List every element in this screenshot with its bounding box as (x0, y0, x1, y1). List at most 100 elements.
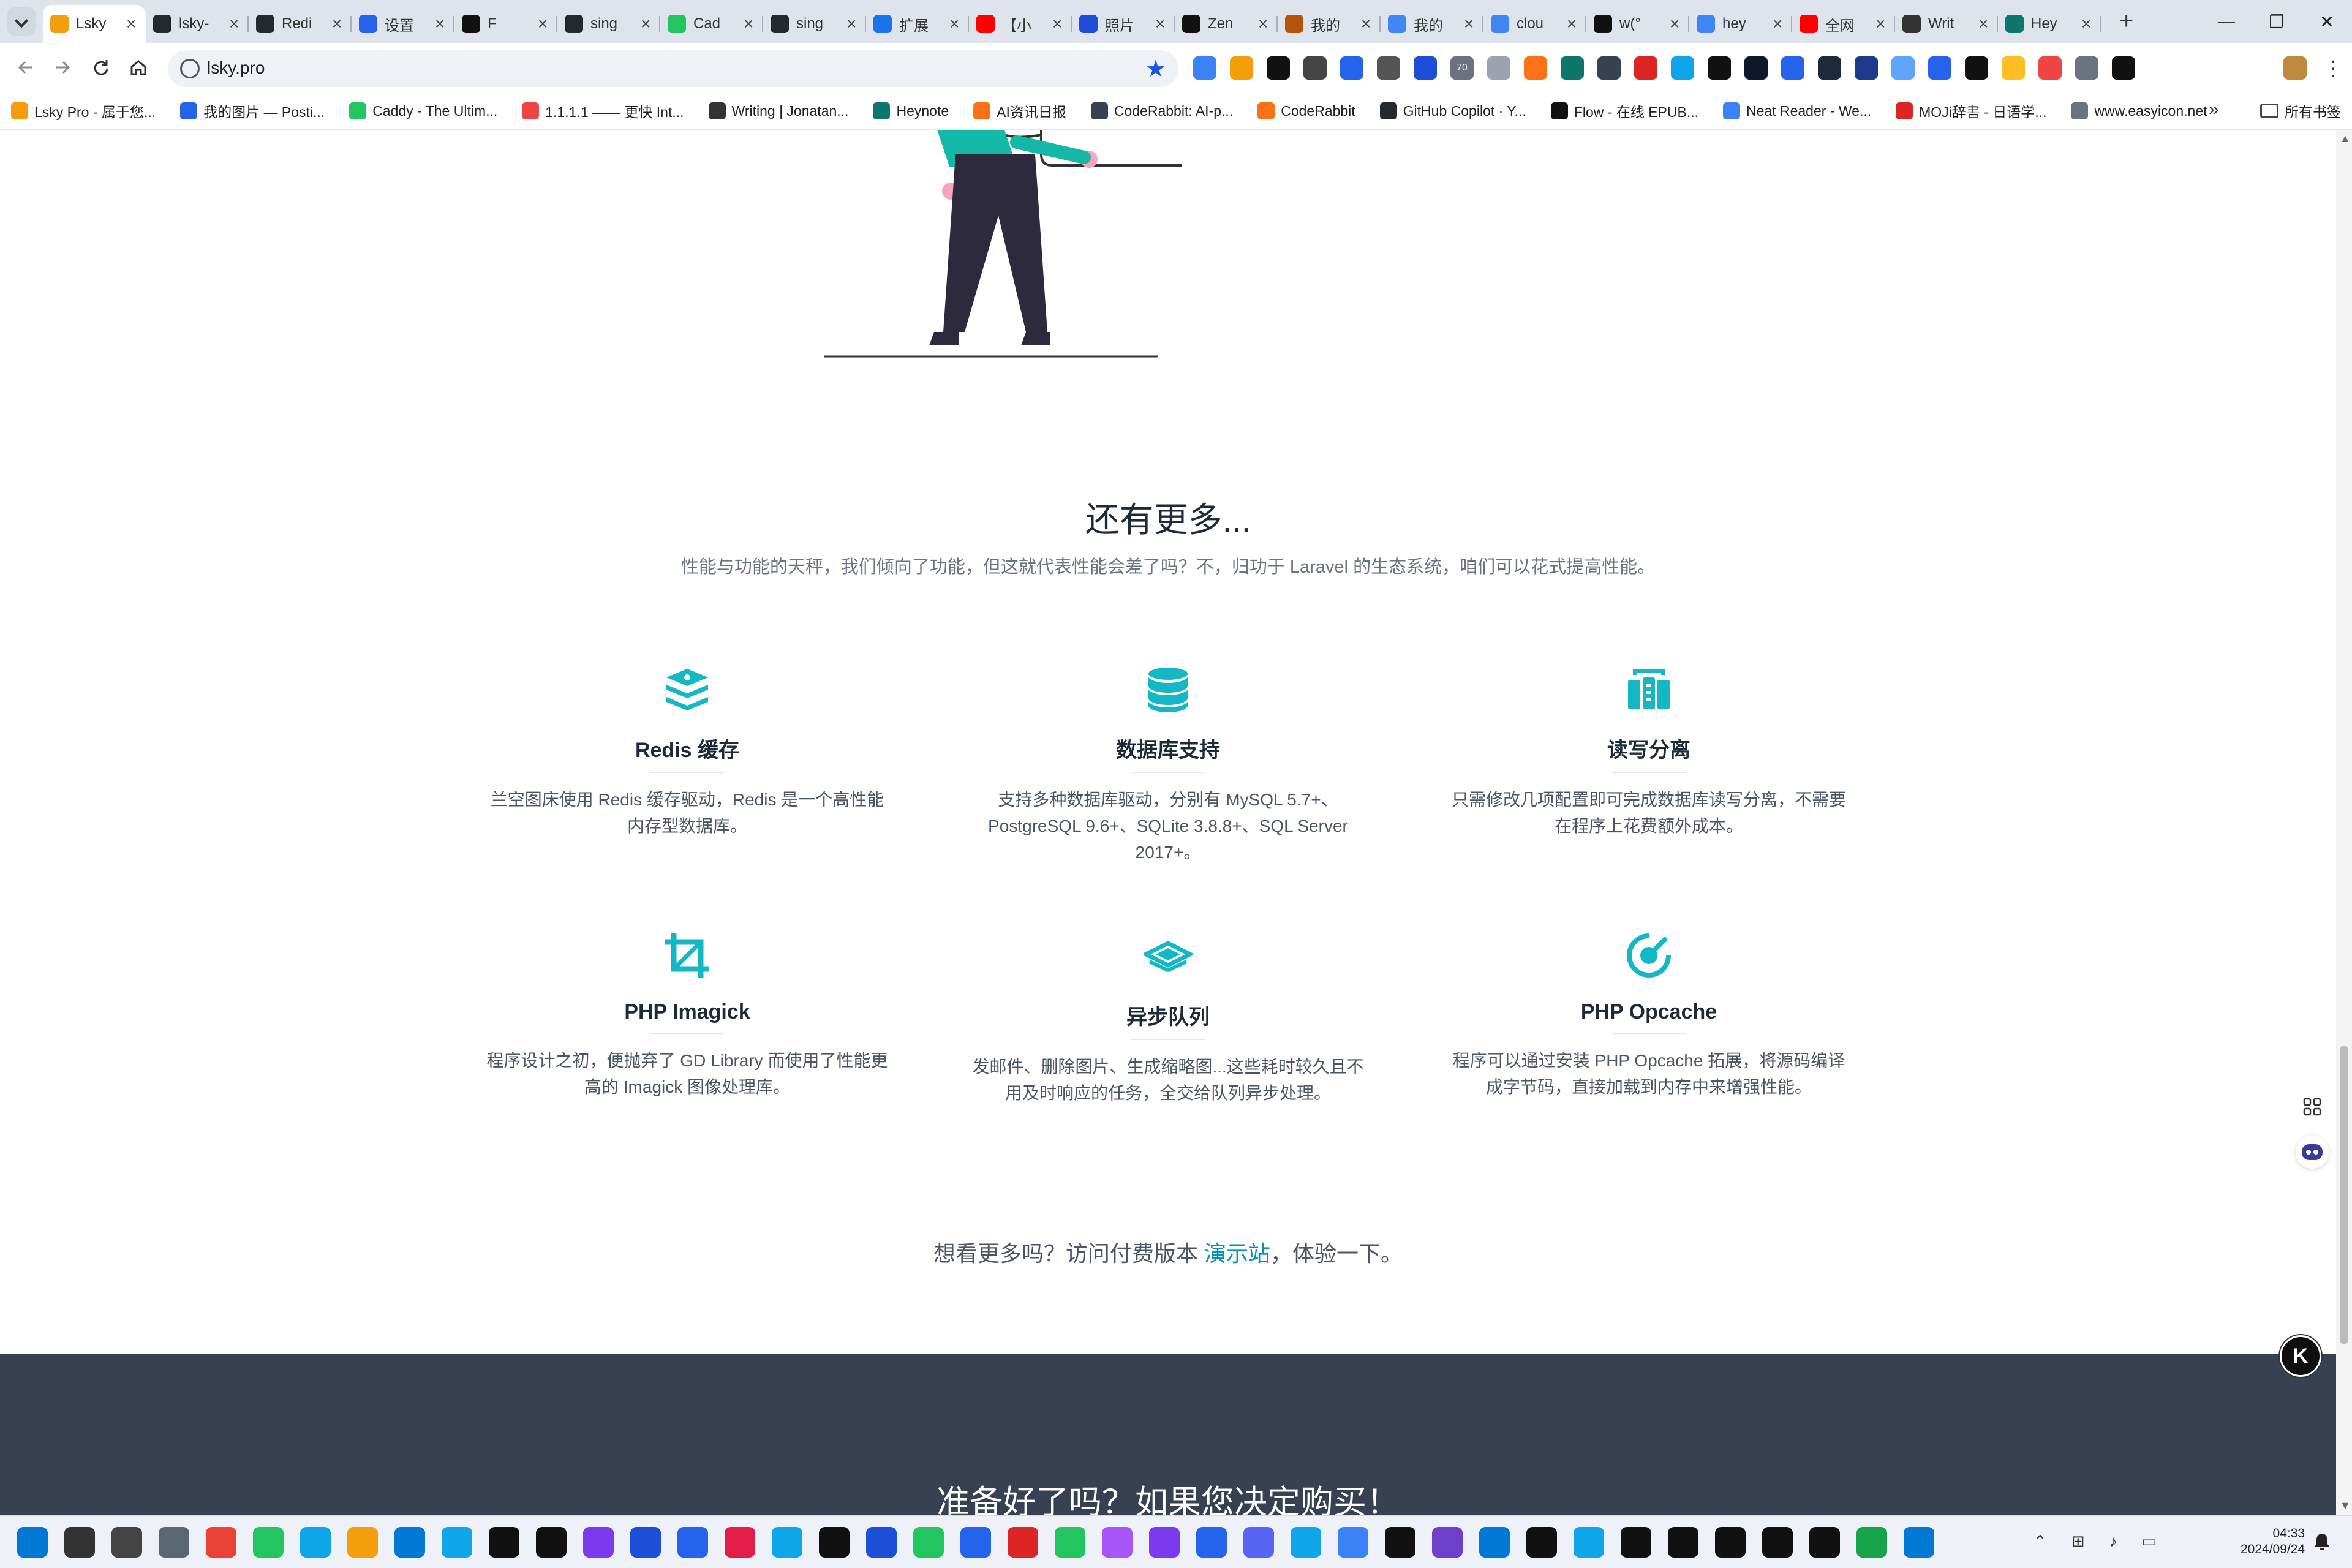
extension-icon[interactable] (1634, 56, 1657, 80)
browser-tab[interactable]: 【小 × (969, 5, 1072, 43)
taskbar-app-icon[interactable] (1432, 1527, 1463, 1558)
floating-k-button[interactable]: K (2280, 1335, 2321, 1377)
extension-icon[interactable] (2002, 56, 2025, 80)
close-tab-icon[interactable]: × (1875, 14, 1888, 34)
taskbar-app-icon[interactable] (1621, 1527, 1651, 1558)
close-window-button[interactable]: ✕ (2302, 0, 2352, 43)
demo-link[interactable]: 演示站 (1204, 1241, 1270, 1266)
taskbar-app-icon[interactable] (630, 1527, 661, 1558)
taskbar-app-icon[interactable] (819, 1527, 850, 1558)
taskbar-app-icon[interactable] (583, 1527, 614, 1558)
close-tab-icon[interactable]: × (1155, 14, 1167, 34)
taskbar-app-icon[interactable] (206, 1527, 236, 1558)
assistant-button[interactable] (2296, 1136, 2329, 1169)
scroll-up-arrow[interactable]: ▲ (2340, 132, 2351, 145)
browser-tab[interactable]: 我的 × (1381, 5, 1483, 43)
browser-tab[interactable]: Lsky × (43, 5, 146, 43)
taskbar-app-icon[interactable] (1338, 1527, 1368, 1558)
extension-icon[interactable] (2112, 56, 2135, 80)
taskbar-app-icon[interactable] (1102, 1527, 1133, 1558)
taskbar-app-icon[interactable] (960, 1527, 991, 1558)
extension-icon[interactable] (1855, 56, 1878, 80)
extension-icon[interactable] (1781, 56, 1804, 80)
close-tab-icon[interactable]: × (2081, 14, 2094, 34)
close-tab-icon[interactable]: × (538, 14, 550, 34)
taskbar-app-icon[interactable] (394, 1527, 425, 1558)
extension-icon[interactable] (2038, 56, 2062, 80)
taskbar-app-icon[interactable] (1526, 1527, 1557, 1558)
extension-icon[interactable] (1891, 56, 1915, 80)
all-bookmarks-button[interactable]: 所有书签 (2260, 100, 2341, 121)
close-tab-icon[interactable]: × (1567, 14, 1579, 34)
browser-tab[interactable]: F × (454, 5, 557, 43)
reload-button[interactable] (86, 53, 115, 82)
extension-icon[interactable] (1597, 56, 1621, 80)
extension-icon[interactable] (1744, 56, 1768, 80)
extension-icon[interactable] (1671, 56, 1694, 80)
browser-tab[interactable]: Cad × (660, 5, 763, 43)
extension-icon[interactable] (2075, 56, 2098, 80)
taskbar-app-icon[interactable] (1055, 1527, 1085, 1558)
browser-tab[interactable]: Zen × (1175, 5, 1278, 43)
extension-icon[interactable] (1340, 56, 1363, 80)
taskbar-app-icon[interactable] (300, 1527, 331, 1558)
extension-icon[interactable]: 70 (1450, 56, 1474, 80)
bookmark-item[interactable]: Writing | Jonatan... (708, 100, 848, 121)
extension-icon[interactable] (1561, 56, 1584, 80)
taskbar-app-icon[interactable] (347, 1527, 378, 1558)
extension-icon[interactable] (1928, 56, 1951, 80)
extension-icon[interactable] (1487, 56, 1510, 80)
browser-tab[interactable]: 全网 × (1792, 5, 1895, 43)
extension-icon[interactable] (1377, 56, 1400, 80)
taskbar-app-icon[interactable] (1904, 1527, 1934, 1558)
close-tab-icon[interactable]: × (744, 14, 756, 34)
close-tab-icon[interactable]: × (1978, 14, 1991, 34)
minimize-button[interactable]: — (2201, 0, 2252, 43)
scroll-down-arrow[interactable]: ▼ (2340, 1499, 2351, 1512)
browser-tab[interactable]: Hey × (1998, 5, 2101, 43)
taskbar-app-icon[interactable] (1008, 1527, 1038, 1558)
extension-icon[interactable] (1708, 56, 1731, 80)
speaker-icon[interactable]: ♪ (2109, 1532, 2117, 1551)
bookmark-item[interactable]: Neat Reader - We... (1723, 100, 1871, 121)
forward-button[interactable] (48, 53, 77, 82)
extension-icon[interactable] (1965, 56, 1988, 80)
browser-tab[interactable]: sing × (557, 5, 660, 43)
back-button[interactable] (11, 53, 40, 82)
bookmark-item[interactable]: Caddy - The Ultim... (349, 100, 497, 121)
profile-avatar[interactable] (2283, 56, 2307, 80)
browser-tab[interactable]: Redi × (249, 5, 352, 43)
close-tab-icon[interactable]: × (332, 14, 344, 34)
taskbar-app-icon[interactable] (159, 1527, 189, 1558)
close-tab-icon[interactable]: × (641, 14, 653, 34)
taskbar-app-icon[interactable] (111, 1527, 142, 1558)
extension-icon[interactable] (1303, 56, 1327, 80)
extension-icon[interactable] (1230, 56, 1253, 80)
taskbar-clock[interactable]: 04:33 2024/09/24 (2241, 1526, 2305, 1558)
taskbar-app-icon[interactable] (253, 1527, 284, 1558)
new-tab-button[interactable]: + (2119, 7, 2133, 35)
close-tab-icon[interactable]: × (1258, 14, 1270, 34)
taskbar-app-icon[interactable] (1856, 1527, 1887, 1558)
browser-tab[interactable]: sing × (763, 5, 866, 43)
taskbar-app-icon[interactable] (1762, 1527, 1793, 1558)
bookmark-item[interactable]: www.easyicon.net (2071, 100, 2207, 121)
taskbar-app-icon[interactable] (1291, 1527, 1321, 1558)
taskbar-app-icon[interactable] (17, 1527, 48, 1558)
close-tab-icon[interactable]: × (1361, 14, 1373, 34)
site-info-icon[interactable] (180, 59, 200, 78)
restore-button[interactable]: ❐ (2252, 0, 2302, 43)
taskbar-app-icon[interactable] (536, 1527, 567, 1558)
close-tab-icon[interactable]: × (229, 14, 241, 34)
extension-icon[interactable] (1524, 56, 1547, 80)
network-icon[interactable]: ▭ (2142, 1532, 2157, 1551)
close-tab-icon[interactable]: × (949, 14, 962, 34)
taskbar-app-icon[interactable] (1243, 1527, 1274, 1558)
close-tab-icon[interactable]: × (126, 14, 138, 34)
taskbar-app-icon[interactable] (677, 1527, 708, 1558)
bookmarks-overflow-button[interactable]: » (2209, 99, 2219, 120)
home-button[interactable] (124, 53, 153, 82)
grid-icon[interactable] (2303, 1098, 2321, 1116)
taskbar-app-icon[interactable] (725, 1527, 755, 1558)
close-tab-icon[interactable]: × (1773, 14, 1785, 34)
